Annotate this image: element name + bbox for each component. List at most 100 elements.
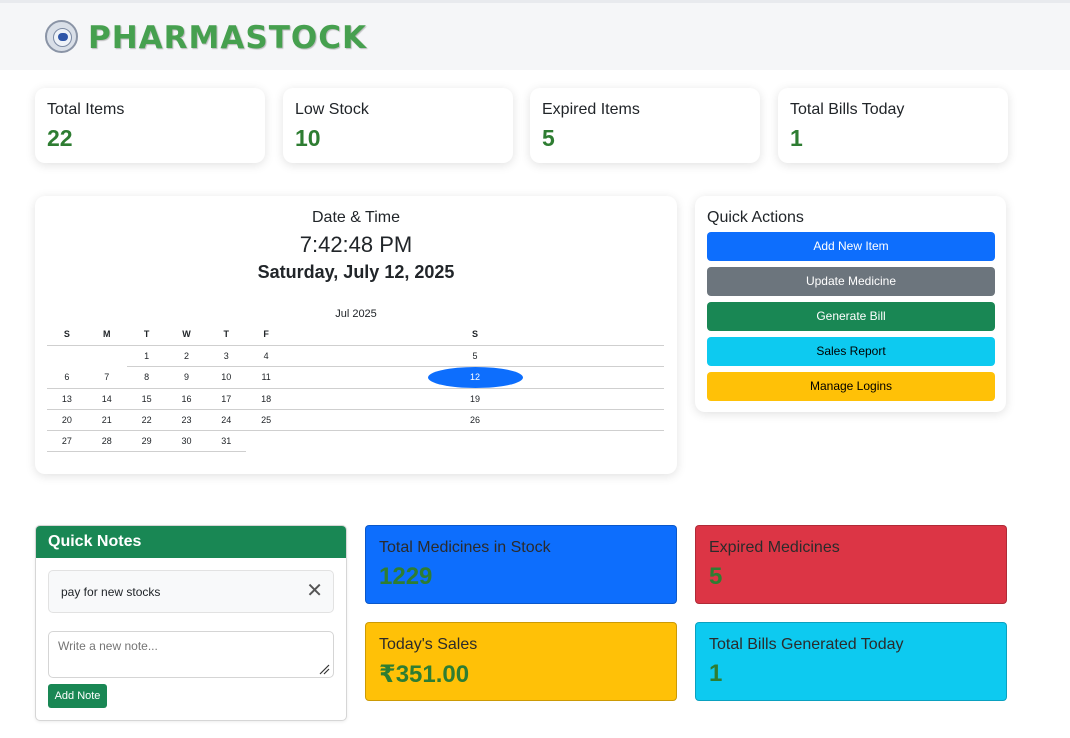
calendar-week-row: 20 21 22 23 24 25 26 bbox=[47, 409, 664, 431]
current-date: Saturday, July 12, 2025 bbox=[257, 262, 455, 282]
update-medicine-button[interactable]: Update Medicine bbox=[707, 267, 995, 296]
calendar-day[interactable]: 30 bbox=[166, 430, 207, 452]
calendar-day-label: 31 bbox=[221, 435, 232, 446]
datetime-title: Date & Time bbox=[311, 209, 401, 226]
calendar-day[interactable]: 20 bbox=[47, 409, 87, 431]
calendar-day[interactable]: 24 bbox=[206, 409, 247, 431]
calendar-day-label: 12 bbox=[427, 366, 523, 388]
calendar-day[interactable]: 15 bbox=[126, 388, 167, 410]
calendar-weekday: W bbox=[166, 324, 207, 346]
calendar-day-label: 17 bbox=[221, 393, 232, 404]
calendar-day-label: 15 bbox=[141, 393, 152, 404]
calendar-day[interactable]: 8 bbox=[126, 366, 167, 389]
calendar-day[interactable]: 18 bbox=[246, 388, 287, 410]
calendar-week-row: 27 28 29 30 31 bbox=[47, 430, 664, 452]
close-icon[interactable]: ✕ bbox=[306, 580, 323, 602]
calendar-day[interactable]: 16 bbox=[166, 388, 207, 410]
calendar-day[interactable]: 28 bbox=[86, 430, 127, 452]
calendar-empty-cell bbox=[47, 345, 87, 366]
calendar-empty-cell bbox=[87, 345, 127, 366]
note-text: pay for new stocks bbox=[61, 585, 161, 599]
stat-value: 22 bbox=[47, 125, 73, 151]
calendar-day[interactable]: 13 bbox=[47, 388, 87, 410]
calendar-day[interactable]: 23 bbox=[166, 409, 207, 431]
calendar-day[interactable]: 2 bbox=[166, 345, 207, 367]
stat-label: Total Items bbox=[47, 101, 125, 118]
calendar-day-label: 29 bbox=[141, 435, 152, 446]
calendar-day[interactable]: 6 bbox=[47, 366, 87, 389]
sales-report-button[interactable]: Sales Report bbox=[707, 337, 995, 366]
calendar-day-label: 14 bbox=[101, 393, 112, 404]
calendar-week-row: 1 2 3 4 5 bbox=[47, 345, 664, 367]
calendar-day-label: 22 bbox=[141, 414, 152, 425]
pharmastock-logo-icon[interactable] bbox=[45, 20, 78, 53]
calendar-day-label: 20 bbox=[61, 414, 72, 425]
calendar-day[interactable]: 31 bbox=[206, 430, 247, 452]
calendar-day-label: 9 bbox=[183, 372, 189, 382]
tile-value: 1229 bbox=[379, 563, 433, 590]
calendar-month-label: Jul 2025 bbox=[335, 308, 377, 320]
calendar-day[interactable]: 3 bbox=[206, 345, 247, 367]
note-item: pay for new stocks ✕ bbox=[48, 570, 334, 613]
add-note-button[interactable]: Add Note bbox=[48, 684, 107, 708]
calendar-weekday: T bbox=[206, 324, 247, 346]
stat-value: 1 bbox=[790, 125, 803, 151]
calendar-empty-cell bbox=[286, 430, 664, 451]
calendar-weekday: T bbox=[126, 324, 167, 346]
tile-todays-sales: Today's Sales ₹351.00 bbox=[365, 622, 677, 701]
stat-card-total-items: Total Items 22 bbox=[35, 88, 265, 163]
calendar-day-label: 6 bbox=[64, 371, 70, 382]
calendar-day-label: 28 bbox=[101, 435, 112, 446]
calendar-day-selected[interactable]: 12 bbox=[286, 366, 664, 389]
calendar-day-label: 25 bbox=[261, 414, 272, 425]
calendar-day-label: 13 bbox=[61, 393, 72, 404]
calendar-day[interactable]: 4 bbox=[246, 345, 287, 367]
tile-label: Total Bills Generated Today bbox=[709, 636, 904, 653]
quick-actions-title: Quick Actions bbox=[707, 209, 804, 226]
calendar-day[interactable]: 10 bbox=[206, 366, 247, 389]
stat-card-low-stock: Low Stock 10 bbox=[283, 88, 513, 163]
calendar-day[interactable]: 5 bbox=[286, 345, 664, 367]
tile-value: ₹351.00 bbox=[379, 661, 470, 688]
add-new-item-button[interactable]: Add New Item bbox=[707, 232, 995, 261]
calendar-day[interactable]: 25 bbox=[246, 409, 287, 431]
calendar-day-label: 2 bbox=[183, 350, 189, 361]
calendar-day-label: 23 bbox=[181, 414, 192, 425]
brand-title[interactable]: PHARMASTOCK bbox=[88, 20, 367, 56]
tile-label: Expired Medicines bbox=[709, 539, 840, 556]
stat-label: Low Stock bbox=[295, 101, 369, 118]
stat-card-expired-items: Expired Items 5 bbox=[530, 88, 760, 163]
calendar-day[interactable]: 9 bbox=[166, 366, 207, 389]
quick-notes-panel: Quick Notes pay for new stocks ✕ Add Not… bbox=[35, 525, 347, 721]
calendar-day-label: 24 bbox=[221, 414, 232, 425]
calendar-day[interactable]: 14 bbox=[86, 388, 127, 410]
calendar-day[interactable]: 21 bbox=[86, 409, 127, 431]
calendar-day-label: 16 bbox=[181, 393, 192, 404]
calendar-day[interactable]: 29 bbox=[126, 430, 167, 452]
calendar-day-label: 3 bbox=[223, 350, 229, 361]
calendar-day-label: 7 bbox=[104, 371, 110, 382]
calendar-day-label: 21 bbox=[101, 414, 112, 425]
stat-label: Expired Items bbox=[542, 101, 640, 118]
quick-actions-card: Quick Actions Add New Item Update Medici… bbox=[695, 196, 1006, 412]
calendar-day[interactable]: 19 bbox=[286, 388, 664, 410]
manage-logins-button[interactable]: Manage Logins bbox=[707, 372, 995, 401]
calendar-day[interactable]: 27 bbox=[47, 430, 87, 452]
calendar-day-label: 1 bbox=[144, 350, 150, 361]
calendar-day[interactable]: 22 bbox=[126, 409, 167, 431]
calendar-day[interactable]: 11 bbox=[246, 366, 287, 389]
calendar-day-label: 5 bbox=[472, 350, 478, 361]
quick-notes-title: Quick Notes bbox=[36, 526, 346, 558]
generate-bill-button[interactable]: Generate Bill bbox=[707, 302, 995, 331]
tile-value: 1 bbox=[709, 660, 723, 687]
calendar-day[interactable]: 17 bbox=[206, 388, 247, 410]
calendar-day-label: 30 bbox=[181, 435, 192, 446]
calendar-day[interactable]: 1 bbox=[126, 345, 167, 367]
calendar-weekday: F bbox=[246, 324, 287, 346]
calendar-day-label: 26 bbox=[470, 414, 481, 425]
calendar-day[interactable]: 26 bbox=[286, 409, 664, 431]
tile-value: 5 bbox=[709, 563, 723, 590]
calendar-week-row: 6 7 8 9 10 11 12 bbox=[47, 366, 664, 389]
new-note-input[interactable] bbox=[48, 631, 334, 678]
calendar-day[interactable]: 7 bbox=[86, 366, 127, 389]
